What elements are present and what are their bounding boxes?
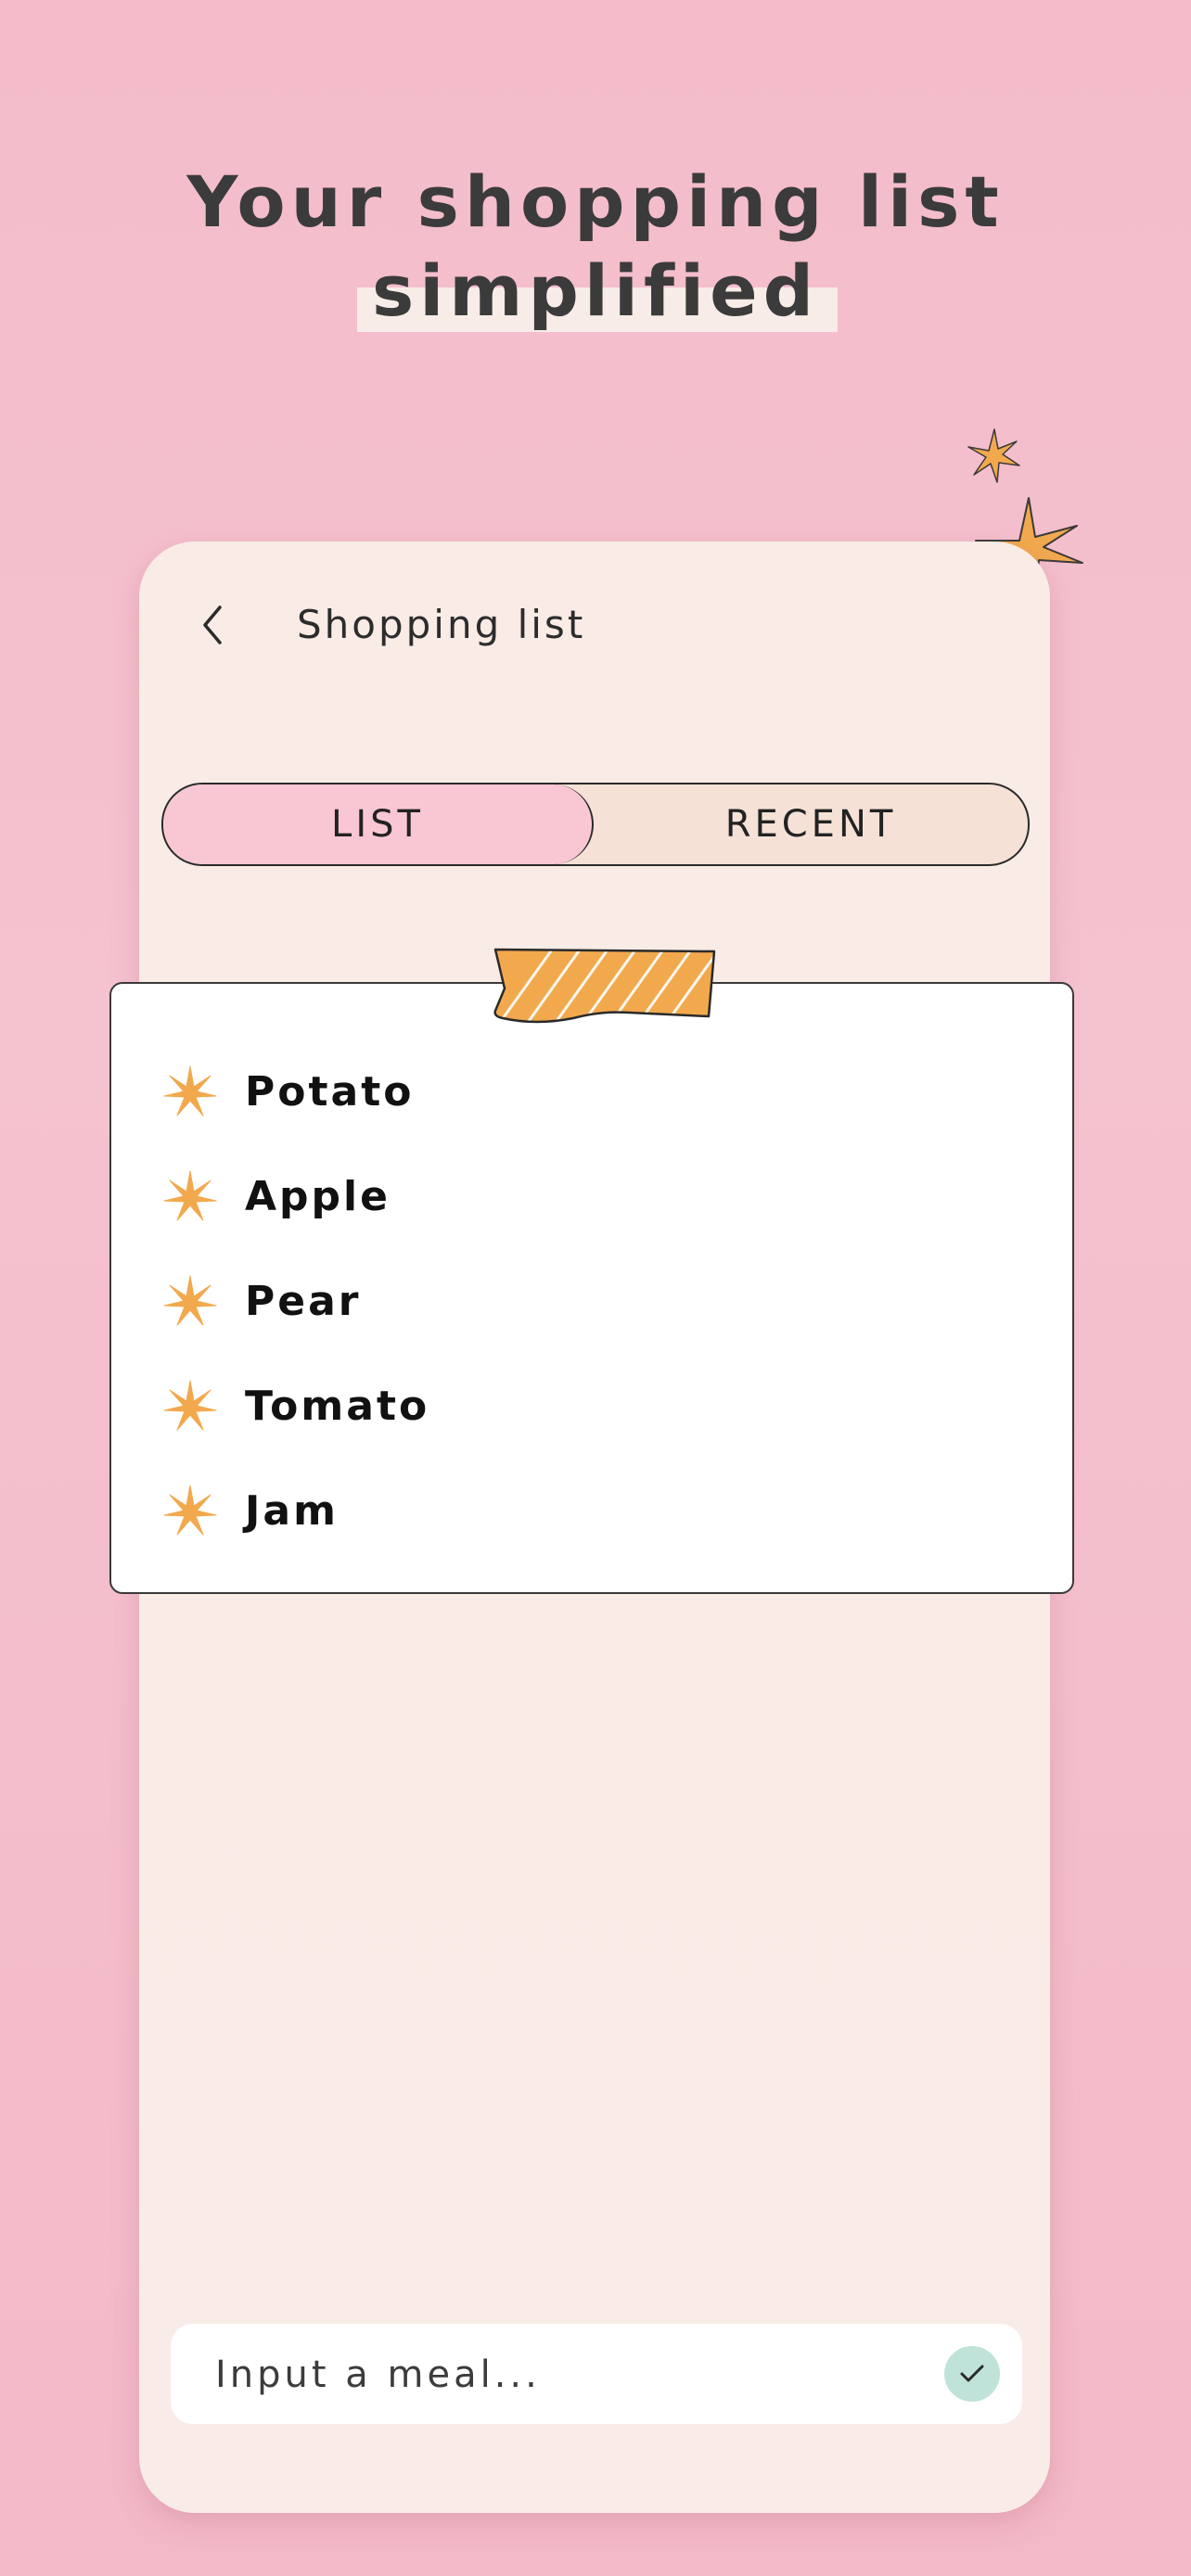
list-item[interactable]: Pear — [111, 1249, 1072, 1354]
meal-input[interactable] — [213, 2324, 922, 2426]
list-item-label: Jam — [245, 1487, 339, 1535]
sparkle-icon — [163, 1275, 217, 1325]
headline-line-1: Your shopping list — [186, 160, 1005, 243]
list-item-label: Potato — [245, 1068, 415, 1116]
list-item-label: Pear — [245, 1278, 362, 1325]
sparkle-small-decoration-icon — [967, 428, 1020, 483]
shopping-list-card: Potato Apple Pear Tomato Jam — [109, 982, 1074, 1594]
sparkle-icon — [163, 1170, 217, 1220]
confirm-button[interactable] — [944, 2346, 1000, 2402]
tab-list[interactable]: LIST — [163, 784, 594, 864]
sparkle-icon — [163, 1380, 217, 1430]
screen-title: Shopping list — [297, 602, 586, 647]
shopping-list: Potato Apple Pear Tomato Jam — [111, 1039, 1072, 1563]
headline-line-2: simplified — [356, 247, 839, 336]
list-item[interactable]: Tomato — [111, 1354, 1072, 1459]
headline-line-2-text: simplified — [371, 249, 820, 332]
chevron-left-icon — [203, 606, 222, 644]
list-item[interactable]: Jam — [111, 1459, 1072, 1563]
sparkle-icon — [163, 1065, 217, 1116]
list-item-label: Apple — [245, 1173, 391, 1220]
segmented-control: LIST RECENT — [161, 783, 1030, 866]
list-item-label: Tomato — [245, 1383, 430, 1430]
headline: Your shopping list simplified — [0, 158, 1191, 336]
back-button[interactable] — [186, 597, 241, 653]
meal-input-bar — [171, 2324, 1022, 2426]
washi-tape-decoration — [493, 948, 716, 1024]
check-icon — [960, 2365, 984, 2382]
tab-recent[interactable]: RECENT — [594, 784, 1028, 864]
sparkle-icon — [163, 1485, 217, 1535]
list-item[interactable]: Apple — [111, 1144, 1072, 1249]
list-item[interactable]: Potato — [111, 1039, 1072, 1144]
